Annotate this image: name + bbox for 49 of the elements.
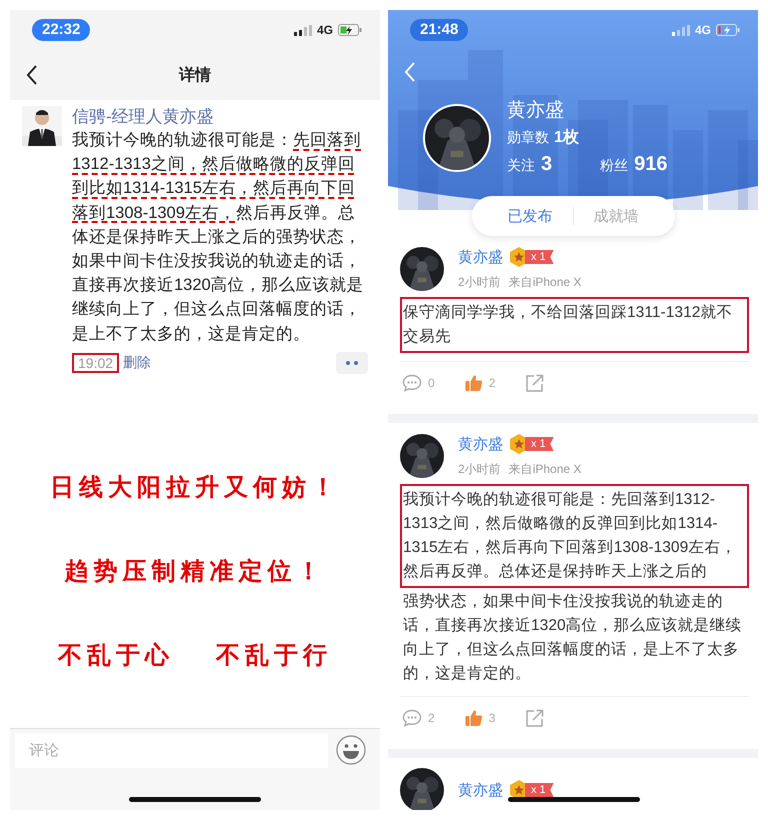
- signal-icon: [672, 24, 690, 36]
- network-label: 4G: [694, 23, 711, 37]
- comment-field[interactable]: 评论: [15, 733, 328, 768]
- page-title: 详情: [179, 65, 211, 86]
- author-name[interactable]: 信骋-经理人黄亦盛: [72, 106, 370, 128]
- post-text: 强势状态，如果中间卡住没按我说的轨迹走的话，直接再次接近1320高位，那么应该就是继续向上了，但这么点回落幅度的话，是上不了太多的，这是肯定的。: [402, 592, 743, 684]
- slogan-text: 不乱于心: [58, 642, 174, 670]
- medal-badge: x 1: [509, 246, 554, 268]
- author-name[interactable]: 黄亦盛: [458, 434, 503, 454]
- tab[interactable]: 成就墙: [574, 196, 658, 236]
- share-icon[interactable]: [525, 708, 546, 728]
- thumbs-up-icon[interactable]: [464, 374, 483, 392]
- medal-badge: x 1: [509, 433, 554, 455]
- medal-count: 1枚: [554, 128, 579, 148]
- following-count[interactable]: 3: [541, 151, 552, 177]
- thumbs-up-icon[interactable]: [464, 709, 483, 727]
- fans-label: 粉丝: [600, 156, 628, 175]
- network-label: 4G: [316, 23, 333, 37]
- author-name[interactable]: 黄亦盛: [458, 248, 503, 266]
- share-icon[interactable]: [525, 373, 546, 393]
- medal-count-label: 勋章数: [507, 128, 549, 147]
- comment-count: 0: [428, 376, 435, 390]
- post-time: 19:02: [72, 352, 120, 373]
- signal-icon: [294, 24, 312, 36]
- comment-count: 2: [428, 711, 435, 725]
- author-name[interactable]: 黄亦盛: [458, 780, 503, 800]
- delete-link[interactable]: 删除: [123, 354, 152, 372]
- status-time: 21:48: [410, 19, 468, 41]
- post-source: 来自iPhone X: [508, 461, 582, 478]
- emoji-icon[interactable]: [336, 735, 366, 765]
- back-icon[interactable]: [26, 65, 38, 85]
- post-time: 2小时前: [458, 274, 501, 291]
- more-icon[interactable]: [336, 352, 368, 374]
- comment-icon[interactable]: [402, 374, 422, 392]
- like-count: 3: [488, 711, 496, 725]
- following-label: 关注: [507, 156, 535, 175]
- post-text: 保守滴同学学我，不给回落回踩1311-1312就不交易先: [400, 297, 749, 353]
- comment-icon[interactable]: [402, 709, 422, 727]
- profile-name: 黄亦盛: [507, 99, 565, 123]
- slogan-text: 趋势压制精准定位！: [64, 558, 326, 586]
- status-time: 22:32: [32, 19, 90, 41]
- slogan-text: 不乱于行: [216, 642, 332, 670]
- post-time: 2小时前: [458, 461, 501, 478]
- post-source: 来自iPhone X: [508, 274, 582, 291]
- post-text: 我预计今晚的轨迹很可能是：先回落到1312-1313之间，然后做略微的反弹回到比如1314-1315左右，然后再向下回落到1308-1309左右，然后再反弹。总体还是保持昨天上涨之后的强势状态，如果中间卡住没按我说的轨迹走的话，直接再次接近1320高位，那么应该就是继续向上了，但这么点回落幅度的话，是上不了太多的，这是肯定的。: [72, 130, 365, 345]
- like-count: 2: [488, 376, 496, 390]
- slogan-text: 日线大阳拉升又何妨！: [50, 474, 340, 502]
- post-text: 我预计今晚的轨迹很可能是：先回落到1312-1313之间，然后做略微的反弹回到比如1314-1315左右，然后再向下回落到1308-1309左右，然后再反弹。总体还是保持昨天上涨之后的: [400, 484, 749, 588]
- tab[interactable]: 已发布: [488, 196, 572, 236]
